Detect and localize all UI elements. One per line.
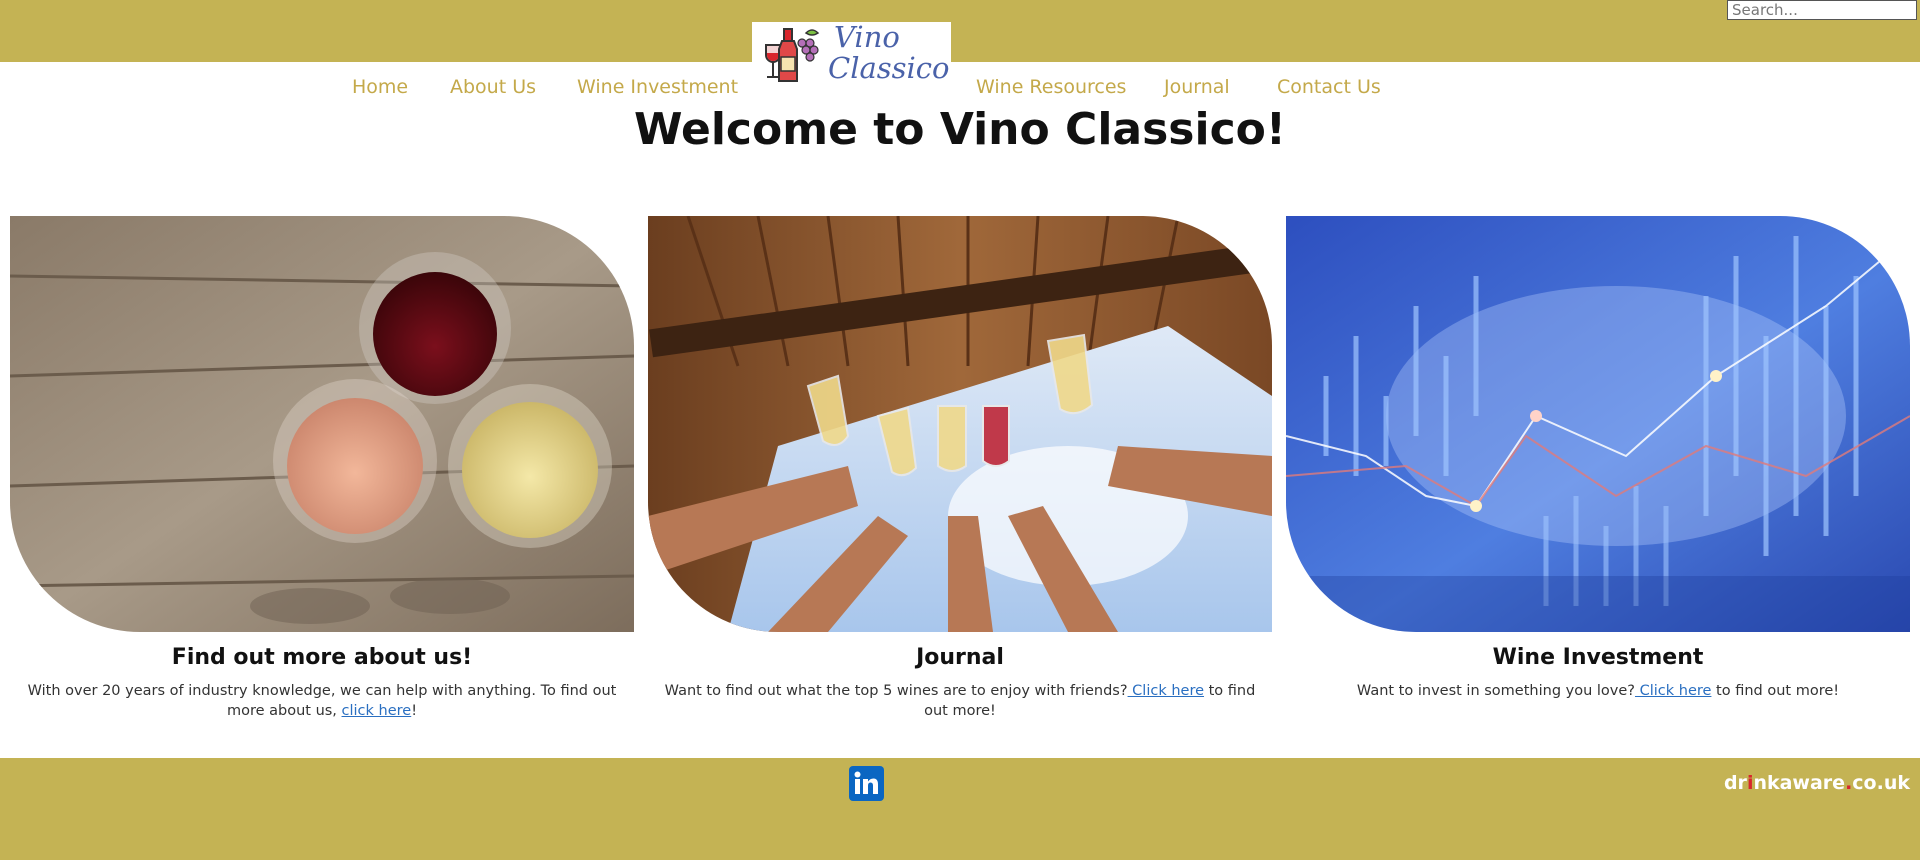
nav-home[interactable]: Home	[352, 76, 408, 98]
drinkaware-part-1: dr	[1723, 772, 1747, 794]
about-click-here-link[interactable]: click here	[342, 703, 412, 719]
wine-bottle-icon	[765, 28, 820, 82]
card-title-journal: Journal	[916, 645, 1004, 670]
logo-wordmark: Vino Classico	[828, 22, 950, 84]
card-text-journal: Want to find out what the top 5 wines ar…	[648, 681, 1272, 721]
logo-line-2: Classico	[828, 51, 950, 85]
nav-about-us[interactable]: About Us	[450, 76, 536, 98]
nav-wine-investment[interactable]: Wine Investment	[577, 76, 738, 98]
friends-toast-image	[648, 216, 1272, 632]
linkedin-icon[interactable]	[849, 766, 884, 801]
drinkaware-part-3: co.uk	[1852, 772, 1910, 794]
card-title-investment: Wine Investment	[1492, 645, 1704, 670]
footer-bar	[0, 758, 1920, 860]
card-text-about-body: With over 20 years of industry knowledge…	[27, 683, 617, 719]
journal-click-here-link[interactable]: Click here	[1128, 683, 1204, 699]
drinkaware-part-2: nkaware	[1753, 772, 1846, 794]
search-input[interactable]	[1727, 0, 1917, 20]
logo-line-1: Vino	[834, 20, 900, 54]
header-bar	[0, 0, 1920, 62]
nav-journal[interactable]: Journal	[1164, 76, 1230, 98]
page-title: Welcome to Vino Classico!	[634, 104, 1286, 155]
card-text-investment: Want to invest in something you love? Cl…	[1286, 681, 1910, 701]
nav-contact-us[interactable]: Contact Us	[1277, 76, 1381, 98]
wine-glasses-image	[10, 216, 634, 632]
card-text-investment-body: Want to invest in something you love?	[1356, 683, 1635, 699]
card-text-about: With over 20 years of industry knowledge…	[10, 681, 634, 721]
nav-wine-resources[interactable]: Wine Resources	[976, 76, 1126, 98]
card-text-investment-end: to find out more!	[1711, 683, 1840, 699]
site-logo[interactable]: Vino Classico	[752, 22, 951, 92]
card-text-about-end: !	[411, 703, 418, 719]
drinkaware-logo[interactable]: drinkaware.co.uk	[1724, 772, 1910, 794]
card-title-about: Find out more about us!	[171, 645, 473, 670]
investment-click-here-link[interactable]: Click here	[1635, 683, 1712, 699]
card-text-journal-body: Want to find out what the top 5 wines ar…	[664, 683, 1128, 699]
investment-chart-image	[1286, 216, 1910, 632]
